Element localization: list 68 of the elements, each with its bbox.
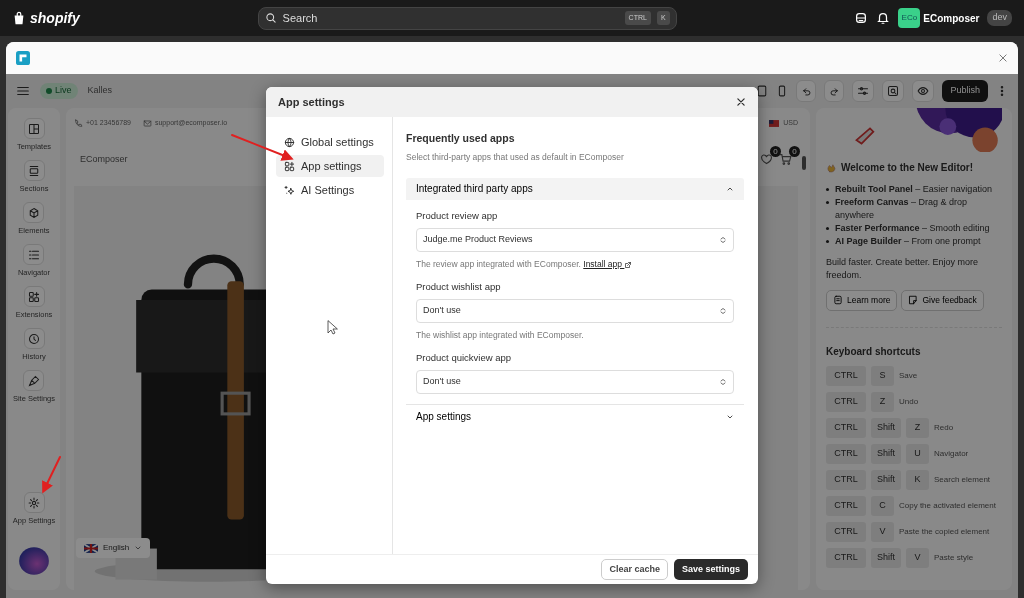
select-field[interactable]: Don't use bbox=[416, 298, 734, 323]
section-title: Keyboard shortcuts bbox=[826, 344, 922, 359]
key-cap: CTRL bbox=[826, 469, 866, 490]
settings-tab[interactable]: App settings bbox=[276, 155, 384, 177]
feature-text: Freeform Canvas – Drag & drop anywhere bbox=[835, 196, 969, 222]
key-cap: U bbox=[906, 443, 929, 464]
shortcut-action: Paste style bbox=[934, 552, 974, 563]
shortcut-action: Save bbox=[899, 370, 918, 381]
shortcut-action: Redo bbox=[934, 422, 954, 433]
key-cap: C bbox=[871, 495, 894, 516]
store-name: Kalles bbox=[87, 84, 113, 98]
help-text: The wishlist app integrated with EComposer. bbox=[416, 328, 585, 342]
feature-text: Rebuilt Tool Panel – Easier navigation bbox=[835, 183, 992, 196]
feature-text: Faster Performance – Smooth editing bbox=[835, 222, 990, 235]
select-field[interactable]: Don't use bbox=[416, 369, 734, 394]
shortcut-action: Copy the activated element bbox=[899, 500, 996, 511]
publish-button[interactable]: Publish bbox=[942, 80, 988, 102]
tagline: Build faster. Create better. Enjoy more freedom. bbox=[826, 256, 980, 282]
section-description: Select third-party apps that used as default in EComposer bbox=[406, 150, 625, 164]
section-heading: Frequently used apps bbox=[406, 131, 516, 146]
clear-cache-button[interactable]: Clear cache bbox=[601, 558, 668, 581]
language-selector[interactable]: English bbox=[76, 538, 151, 558]
field-label: Product wishlist app bbox=[416, 279, 502, 294]
feedback-button[interactable]: Give feedback bbox=[901, 290, 984, 311]
key-cap: Z bbox=[906, 417, 929, 438]
dev-badge: dev bbox=[987, 10, 1012, 26]
modal-title: App settings bbox=[278, 94, 345, 110]
shortcut-action: Navigator bbox=[934, 448, 969, 459]
key-cap: K bbox=[906, 469, 929, 490]
key-cap: CTRL bbox=[826, 391, 866, 412]
status-badge: Live bbox=[40, 83, 78, 99]
search-placeholder: Search bbox=[282, 10, 319, 26]
settings-tab[interactable]: AI Settings bbox=[276, 179, 384, 201]
accordion-header[interactable]: App settings bbox=[406, 403, 744, 429]
learn-more-button[interactable]: Learn more bbox=[826, 290, 898, 311]
account-avatar[interactable]: ECo bbox=[898, 8, 921, 28]
key-cap: CTRL bbox=[826, 521, 866, 542]
shortcut-action: Undo bbox=[899, 396, 919, 407]
feature-text: AI Page Builder – From one prompt bbox=[835, 235, 981, 248]
key-cap: CTRL bbox=[826, 547, 866, 568]
select-field[interactable]: Judge.me Product Reviews bbox=[416, 227, 734, 252]
key-cap: V bbox=[906, 547, 929, 568]
key-cap: V bbox=[871, 521, 894, 542]
welcome-title: Welcome to the New Editor! bbox=[841, 161, 974, 175]
store-brand: EComposer bbox=[80, 153, 128, 167]
shortcut-action: Paste the copied element bbox=[899, 526, 990, 537]
key-cap: CTRL bbox=[826, 417, 866, 438]
logo: shopify bbox=[30, 8, 80, 28]
key-cap: CTRL bbox=[826, 443, 866, 464]
key-cap: Shift bbox=[871, 469, 901, 490]
field-label: Product quickview app bbox=[416, 350, 513, 365]
key-cap: CTRL bbox=[826, 365, 866, 386]
key-cap: Shift bbox=[871, 443, 901, 464]
key-cap: CTRL bbox=[826, 495, 866, 516]
count-badge: 0 bbox=[770, 146, 781, 158]
account-name[interactable]: EComposer bbox=[923, 10, 980, 26]
settings-tab[interactable]: Global settings bbox=[276, 131, 384, 153]
key-cap: Shift bbox=[871, 417, 901, 438]
install-link[interactable]: Install app bbox=[583, 258, 633, 269]
count-badge: 0 bbox=[789, 146, 800, 158]
key-cap: Z bbox=[871, 391, 894, 412]
key-cap: S bbox=[871, 365, 894, 386]
shortcut-action: Search element bbox=[934, 474, 991, 485]
accordion-header[interactable]: Integrated third party apps bbox=[406, 177, 744, 200]
key-cap: Shift bbox=[871, 547, 901, 568]
save-button[interactable]: Save settings bbox=[673, 558, 748, 581]
field-label: Product review app bbox=[416, 208, 499, 223]
help-text: The review app integrated with EComposer. Install app bbox=[416, 257, 734, 271]
